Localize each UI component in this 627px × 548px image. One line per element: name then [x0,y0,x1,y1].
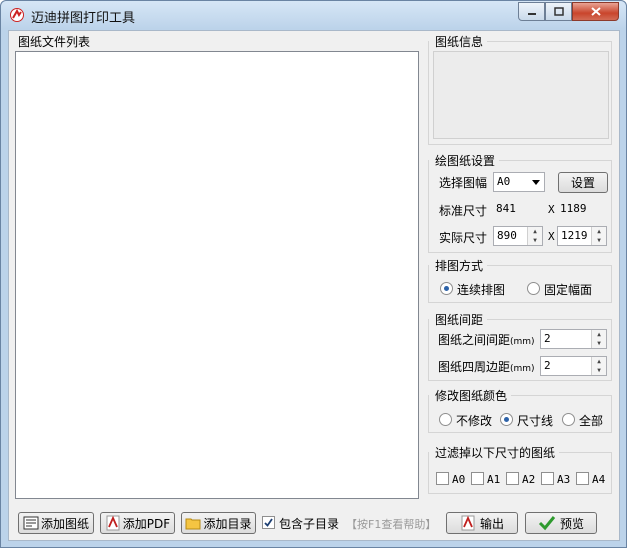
drawing-file-icon [23,516,39,530]
around-spin-buttons[interactable]: ▲ ▼ [591,357,606,375]
radio-fixed[interactable] [527,282,540,295]
paper-size-select[interactable]: A0 [493,172,545,192]
file-list[interactable] [15,51,419,499]
maximize-icon [553,7,564,16]
around-margin-text: 图纸四周边距 [438,360,511,374]
close-icon [590,7,601,16]
standard-width: 841 [493,199,543,219]
around-margin-spinner[interactable]: 2 ▲ ▼ [540,356,607,376]
around-margin-value: 2 [544,359,551,372]
filter-a4-label[interactable]: A4 [592,473,605,486]
filter-a4-checkbox[interactable] [576,472,589,485]
actual-width-value: 890 [497,229,517,242]
spin-up-icon[interactable]: ▲ [592,227,606,236]
unit-text: (mm) [510,337,535,347]
add-folder-label: 添加目录 [203,516,252,531]
include-subdir-checkbox[interactable] [262,516,275,529]
around-margin-label: 图纸四周边距(mm) [438,358,535,375]
output-label: 输出 [479,516,504,531]
radio-continuous[interactable] [440,282,453,295]
all-label[interactable]: 全部 [579,412,603,429]
radio-dimension-line[interactable] [500,413,513,426]
radio-no-change[interactable] [439,413,452,426]
app-logo-icon [10,8,24,22]
spin-down-icon[interactable]: ▼ [528,236,542,245]
between-spacing-value: 2 [544,332,551,345]
app-window: 迈迪拼图打印工具 图纸文件列表 图纸信息 绘图纸设置 选择图幅 A0 设置 标准… [0,0,627,548]
between-spacing-spinner[interactable]: 2 ▲ ▼ [540,329,607,349]
close-button[interactable] [572,2,619,21]
spin-up-icon[interactable]: ▲ [528,227,542,236]
chevron-down-icon [532,180,540,185]
select-size-label: 选择图幅 [439,176,488,190]
spin-up-icon[interactable]: ▲ [592,357,606,366]
maximize-button[interactable] [545,2,572,21]
preview-label: 预览 [559,516,584,531]
drawing-info-panel [433,51,609,139]
between-spacing-label: 图纸之间间距(mm) [438,331,535,348]
filter-a2-label[interactable]: A2 [522,473,535,486]
spin-down-icon[interactable]: ▼ [592,236,606,245]
paper-size-value: A0 [497,175,511,188]
spin-up-icon[interactable]: ▲ [592,330,606,339]
preview-button[interactable]: 预览 [525,512,597,534]
settings-button[interactable]: 设置 [558,172,608,193]
filter-a1-checkbox[interactable] [471,472,484,485]
actual-width-spinner[interactable]: 890 ▲ ▼ [493,226,543,246]
include-subdir-label[interactable]: 包含子目录 [279,515,339,532]
actual-height-value: 1219 [561,229,588,242]
radio-all[interactable] [562,413,575,426]
filter-a2-checkbox[interactable] [506,472,519,485]
folder-icon [185,518,201,530]
x-separator: X [548,230,555,243]
minimize-icon [527,12,536,15]
add-pdf-button[interactable]: 添加PDF [100,512,175,534]
add-folder-button[interactable]: 添加目录 [181,512,256,534]
standard-size-label: 标准尺寸 [439,204,488,218]
pdf-output-icon [461,515,475,531]
actual-height-spinner[interactable]: 1219 ▲ ▼ [557,226,607,246]
fixed-label[interactable]: 固定幅面 [544,281,592,298]
client-area: 图纸文件列表 图纸信息 绘图纸设置 选择图幅 A0 设置 标准尺寸 841 X … [8,30,620,541]
check-icon [538,516,556,531]
minimize-button[interactable] [518,2,545,21]
file-list-header: 图纸文件列表 [18,35,91,49]
filter-a3-label[interactable]: A3 [557,473,570,486]
actual-height-spin-buttons[interactable]: ▲ ▼ [591,227,606,245]
output-button[interactable]: 输出 [446,512,518,534]
add-pdf-label: 添加PDF [122,516,171,531]
dimension-line-label[interactable]: 尺寸线 [517,412,553,429]
add-drawing-button[interactable]: 添加图纸 [18,512,94,534]
between-spin-buttons[interactable]: ▲ ▼ [591,330,606,348]
unit-text: (mm) [510,364,535,374]
actual-size-label: 实际尺寸 [439,231,488,245]
spin-down-icon[interactable]: ▼ [592,339,606,348]
x-separator: X [548,203,555,216]
checkmark-icon [264,518,273,527]
add-drawing-label: 添加图纸 [40,516,89,531]
spin-down-icon[interactable]: ▼ [592,366,606,375]
filter-a0-label[interactable]: A0 [452,473,465,486]
no-change-label[interactable]: 不修改 [456,412,492,429]
help-hint: 【按F1查看帮助】 [346,518,437,531]
window-title: 迈迪拼图打印工具 [31,11,136,26]
title-bar[interactable]: 迈迪拼图打印工具 [1,1,626,29]
pdf-icon [106,515,120,531]
continuous-label[interactable]: 连续排图 [457,281,505,298]
actual-width-spin-buttons[interactable]: ▲ ▼ [527,227,542,245]
standard-height: 1189 [557,199,607,219]
between-spacing-text: 图纸之间间距 [438,333,511,347]
filter-a1-label[interactable]: A1 [487,473,500,486]
filter-a0-checkbox[interactable] [436,472,449,485]
filter-a3-checkbox[interactable] [541,472,554,485]
